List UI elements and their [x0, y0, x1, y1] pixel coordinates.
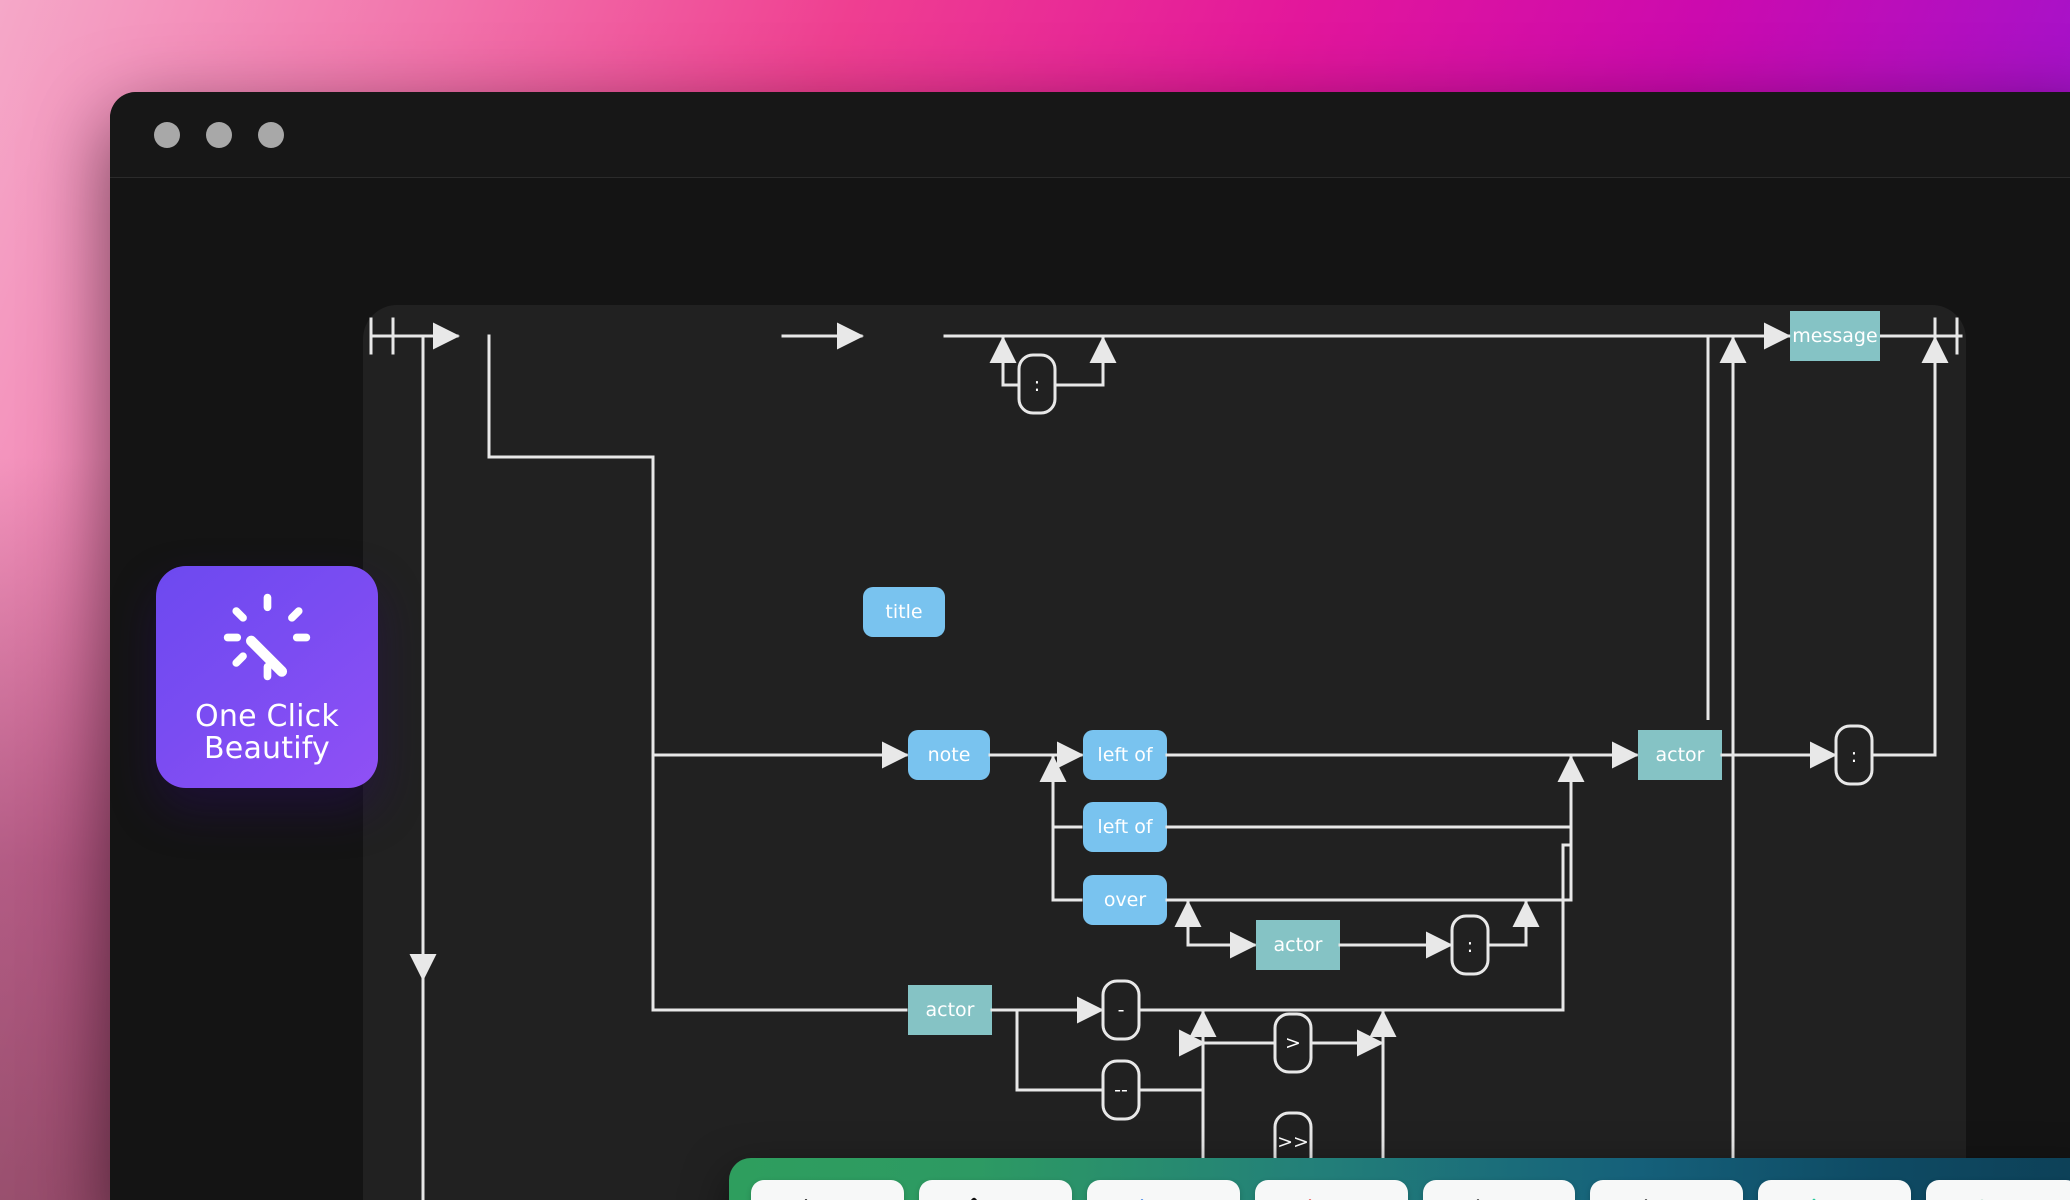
theme-swatch-bar[interactable] — [729, 1158, 2070, 1200]
theme-yellow-preview — [1643, 1198, 1648, 1200]
node-dash-dash-label: -- — [1114, 1079, 1128, 1101]
theme-blue-preview — [1140, 1198, 1145, 1200]
node-colon-1-label: : — [1034, 374, 1040, 396]
node-over-label: over — [1104, 889, 1147, 911]
one-click-beautify-badge[interactable]: One Click Beautify — [156, 566, 378, 788]
window-titlebar — [110, 92, 2070, 178]
node-left-of-2-label: left of — [1097, 816, 1153, 838]
beautify-label-line2: Beautify — [204, 731, 330, 766]
theme-swatch-5[interactable] — [1590, 1179, 1744, 1200]
node-gt-label: > — [1285, 1032, 1301, 1054]
beautify-label: One Click Beautify — [195, 698, 339, 766]
maximize-dot-icon[interactable] — [258, 121, 284, 148]
track-start-marker — [369, 317, 395, 355]
theme-light-blue-preview — [1476, 1198, 1480, 1200]
railroad-diagram: title : note left of left of over actor … — [369, 311, 1963, 1200]
theme-mono-bold-preview — [970, 1197, 978, 1200]
node-actor-mid-label: actor — [1656, 744, 1705, 766]
theme-swatch-6[interactable] — [1758, 1179, 1912, 1200]
node-dash-label: - — [1118, 999, 1125, 1021]
node-actor-low-label: actor — [926, 999, 975, 1021]
theme-mint-faded-preview — [1979, 1198, 1984, 1200]
node-title-label: title — [885, 601, 922, 623]
node-message-label: message — [1792, 325, 1877, 347]
close-dot-icon[interactable] — [154, 121, 180, 148]
node-gt-gt-label: >> — [1277, 1131, 1309, 1153]
node-left-of-1-label: left of — [1097, 744, 1153, 766]
theme-swatch-2[interactable] — [1086, 1179, 1240, 1200]
minimize-dot-icon[interactable] — [206, 121, 232, 148]
beautify-label-line1: One Click — [195, 698, 339, 734]
node-actor-over-label: actor — [1274, 934, 1323, 956]
app-window: title : note left of left of over actor … — [110, 92, 2070, 1200]
theme-red-preview — [1308, 1198, 1312, 1200]
theme-swatch-3[interactable] — [1254, 1179, 1408, 1200]
magic-wand-sparkle-icon — [223, 593, 311, 680]
theme-swatch-0[interactable] — [751, 1179, 904, 1200]
app-body: title : note left of left of over actor … — [110, 178, 2070, 1200]
theme-swatch-4[interactable] — [1422, 1179, 1576, 1200]
node-note-label: note — [928, 744, 971, 766]
theme-mint-outline-preview — [1811, 1198, 1816, 1200]
theme-mono-thin-preview — [804, 1198, 809, 1200]
node-message-group: message — [1790, 311, 1880, 361]
node-colon-over-label: : — [1467, 935, 1473, 957]
diagram-canvas[interactable]: title : note left of left of over actor … — [363, 305, 1966, 1200]
theme-swatch-7[interactable] — [1926, 1179, 2070, 1200]
theme-swatch-1[interactable] — [918, 1179, 1072, 1200]
node-colon-mid-label: : — [1851, 745, 1857, 767]
